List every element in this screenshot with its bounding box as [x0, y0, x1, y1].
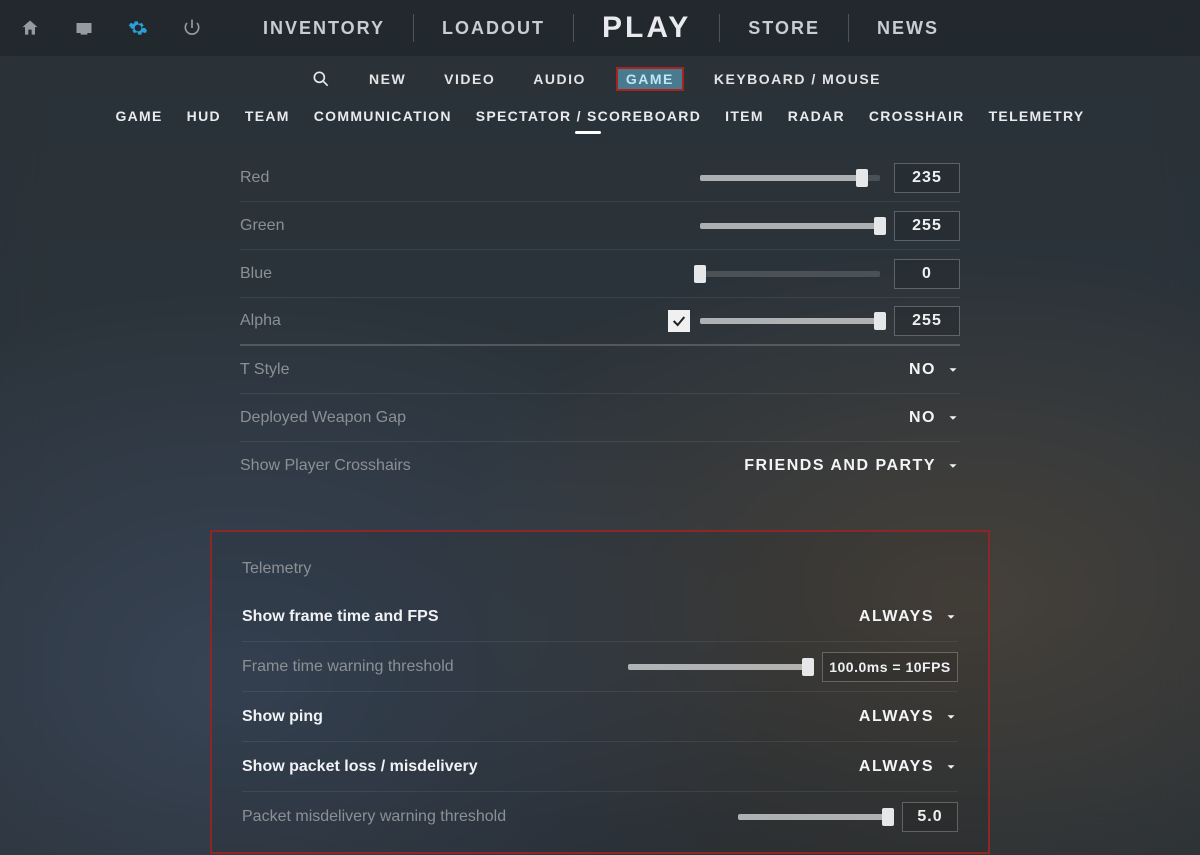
nav-play[interactable]: PLAY: [574, 11, 719, 45]
value-t-style: NO: [909, 361, 936, 379]
sub-crosshair[interactable]: CROSSHAIR: [869, 100, 965, 132]
label-show-player: Show Player Crosshairs: [240, 457, 744, 475]
sub-team[interactable]: TEAM: [245, 100, 290, 132]
row-show-packet: Show packet loss / misdelivery ALWAYS: [242, 742, 958, 792]
cat-game[interactable]: GAME: [616, 67, 684, 91]
label-weapon-gap: Deployed Weapon Gap: [240, 409, 909, 427]
power-icon[interactable]: [182, 18, 202, 38]
sub-item[interactable]: ITEM: [725, 100, 764, 132]
slider-alpha[interactable]: [700, 318, 880, 324]
nav-loadout[interactable]: LOADOUT: [414, 18, 573, 39]
value-red[interactable]: 235: [894, 163, 960, 193]
dropdown-weapon-gap[interactable]: NO: [909, 409, 960, 427]
value-weapon-gap: NO: [909, 409, 936, 427]
sub-hud[interactable]: HUD: [187, 100, 221, 132]
sub-telemetry[interactable]: TELEMETRY: [989, 100, 1085, 132]
cat-keyboard-mouse[interactable]: KEYBOARD / MOUSE: [706, 67, 889, 91]
sub-spectator[interactable]: SPECTATOR / SCOREBOARD: [476, 100, 701, 132]
dropdown-show-ping[interactable]: ALWAYS: [859, 708, 958, 726]
nav-store[interactable]: STORE: [720, 18, 848, 39]
settings-subtabs: GAME HUD TEAM COMMUNICATION SPECTATOR / …: [0, 98, 1200, 134]
row-show-ping: Show ping ALWAYS: [242, 692, 958, 742]
value-alpha[interactable]: 255: [894, 306, 960, 336]
cat-new[interactable]: NEW: [361, 67, 414, 91]
label-packet-warn: Packet misdelivery warning threshold: [242, 808, 738, 826]
value-show-ping: ALWAYS: [859, 708, 934, 726]
slider-red[interactable]: [700, 175, 880, 181]
slider-blue[interactable]: [700, 271, 880, 277]
settings-icon[interactable]: [128, 18, 148, 38]
chevron-down-icon: [946, 411, 960, 425]
row-green: Green 255: [240, 202, 960, 250]
row-packet-warn: Packet misdelivery warning threshold 5.0: [242, 792, 958, 842]
value-green[interactable]: 255: [894, 211, 960, 241]
sub-communication[interactable]: COMMUNICATION: [314, 100, 452, 132]
telemetry-title: Telemetry: [242, 560, 958, 578]
nav-inventory[interactable]: INVENTORY: [235, 18, 413, 39]
label-frame-warn: Frame time warning threshold: [242, 658, 628, 676]
checkbox-alpha[interactable]: [668, 310, 690, 332]
home-icon[interactable]: [20, 18, 40, 38]
settings-content: Red 235 Green 255 Blue 0 Alpha 255 T Sty…: [240, 134, 960, 854]
dropdown-t-style[interactable]: NO: [909, 361, 960, 379]
row-show-fps: Show frame time and FPS ALWAYS: [242, 592, 958, 642]
label-show-ping: Show ping: [242, 708, 859, 726]
label-red: Red: [240, 169, 700, 187]
label-blue: Blue: [240, 265, 700, 283]
row-weapon-gap: Deployed Weapon Gap NO: [240, 394, 960, 442]
value-show-packet: ALWAYS: [859, 758, 934, 776]
label-show-fps: Show frame time and FPS: [242, 608, 859, 626]
slider-frame-warn[interactable]: [628, 664, 808, 670]
dropdown-show-fps[interactable]: ALWAYS: [859, 608, 958, 626]
label-show-packet: Show packet loss / misdelivery: [242, 758, 859, 776]
tv-icon[interactable]: [74, 18, 94, 38]
dropdown-show-packet[interactable]: ALWAYS: [859, 758, 958, 776]
row-blue: Blue 0: [240, 250, 960, 298]
value-frame-warn[interactable]: 100.0ms = 10FPS: [822, 652, 958, 682]
value-show-player: FRIENDS AND PARTY: [744, 457, 936, 475]
label-green: Green: [240, 217, 700, 235]
chevron-down-icon: [944, 760, 958, 774]
label-t-style: T Style: [240, 361, 909, 379]
row-red: Red 235: [240, 154, 960, 202]
value-packet-warn[interactable]: 5.0: [902, 802, 958, 832]
chevron-down-icon: [946, 363, 960, 377]
chevron-down-icon: [944, 610, 958, 624]
row-frame-warn: Frame time warning threshold 100.0ms = 1…: [242, 642, 958, 692]
value-blue[interactable]: 0: [894, 259, 960, 289]
dropdown-show-player[interactable]: FRIENDS AND PARTY: [744, 457, 960, 475]
topbar: INVENTORY LOADOUT PLAY STORE NEWS: [0, 0, 1200, 56]
sub-radar[interactable]: RADAR: [788, 100, 845, 132]
nav-news[interactable]: NEWS: [849, 18, 967, 39]
slider-packet-warn[interactable]: [738, 814, 888, 820]
chevron-down-icon: [946, 459, 960, 473]
row-show-player-crosshairs: Show Player Crosshairs FRIENDS AND PARTY: [240, 442, 960, 490]
search-icon[interactable]: [311, 69, 331, 89]
label-alpha: Alpha: [240, 312, 668, 330]
row-alpha: Alpha 255: [240, 298, 960, 346]
cat-audio[interactable]: AUDIO: [525, 67, 594, 91]
sub-game[interactable]: GAME: [115, 100, 162, 132]
telemetry-section: Telemetry Show frame time and FPS ALWAYS…: [210, 530, 990, 854]
row-t-style: T Style NO: [240, 346, 960, 394]
settings-category-row: NEW VIDEO AUDIO GAME KEYBOARD / MOUSE: [0, 60, 1200, 98]
chevron-down-icon: [944, 710, 958, 724]
value-show-fps: ALWAYS: [859, 608, 934, 626]
slider-green[interactable]: [700, 223, 880, 229]
cat-video[interactable]: VIDEO: [436, 67, 503, 91]
